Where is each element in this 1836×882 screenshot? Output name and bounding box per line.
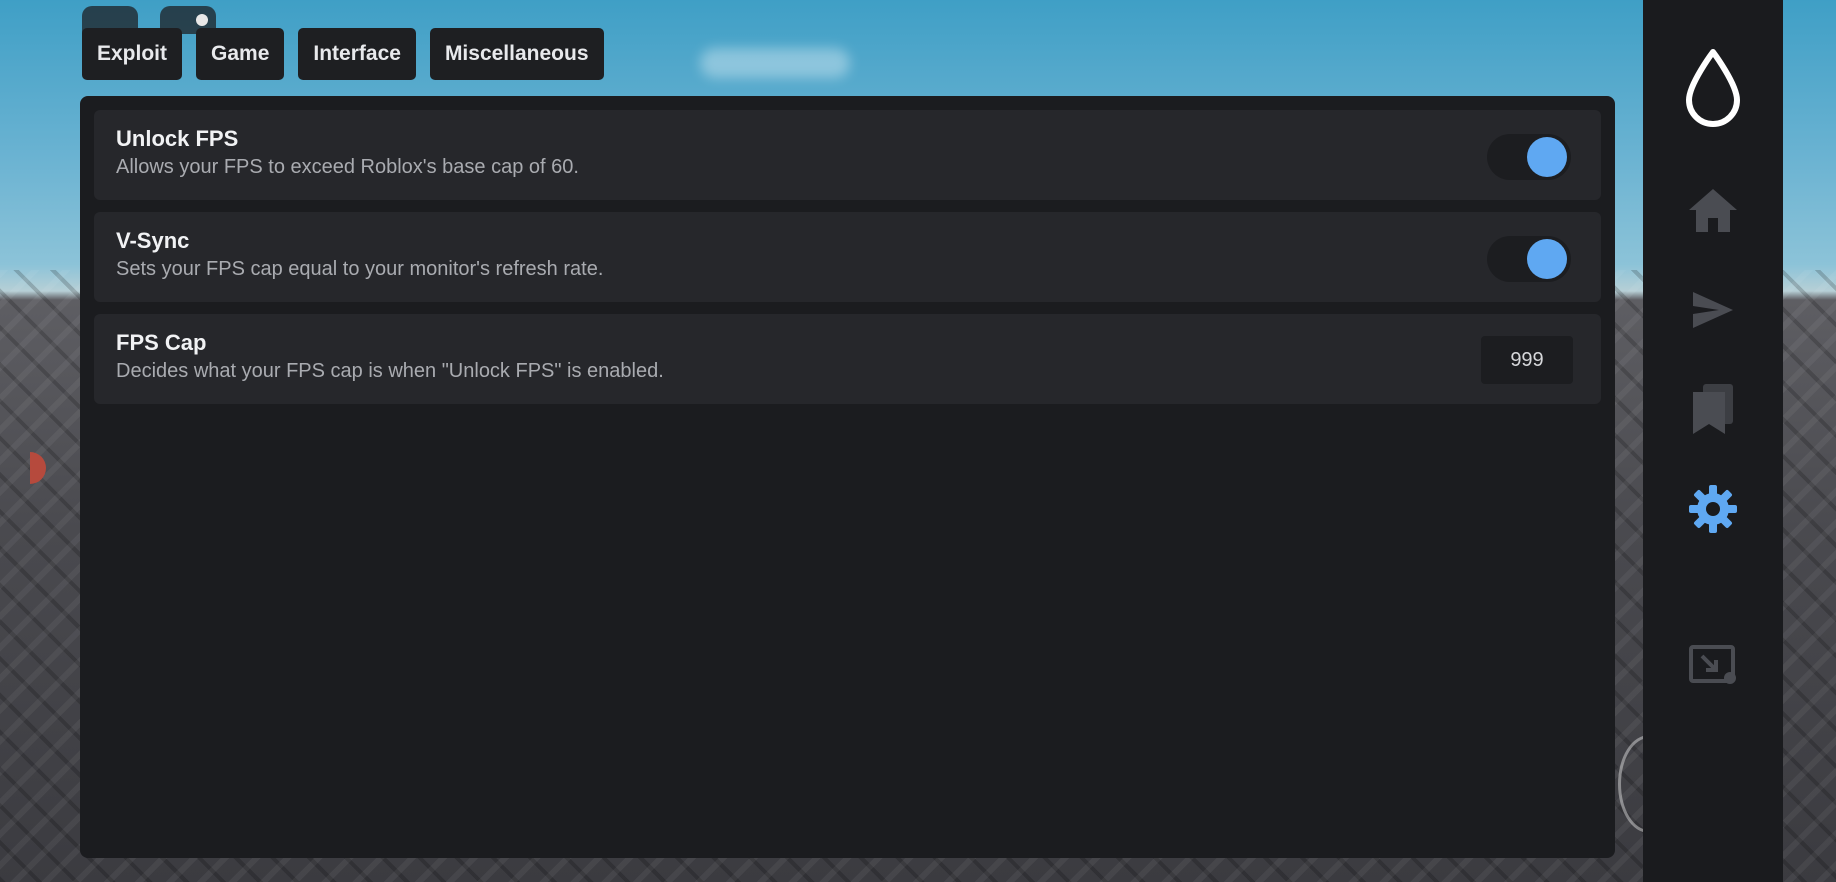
send-icon bbox=[1693, 292, 1733, 328]
sidebar-item-minimize[interactable] bbox=[1643, 644, 1783, 688]
setting-title: Unlock FPS bbox=[116, 126, 239, 151]
gear-icon bbox=[1689, 485, 1737, 533]
sidebar-item-logo[interactable] bbox=[1643, 46, 1783, 130]
tab-game[interactable]: Game bbox=[196, 28, 285, 80]
setting-description: Sets your FPS cap equal to your monitor'… bbox=[116, 258, 604, 280]
v-sync-toggle[interactable] bbox=[1487, 236, 1571, 282]
setting-fps-cap: FPS Cap Decides what your FPS cap is whe… bbox=[94, 314, 1601, 404]
tab-miscellaneous[interactable]: Miscellaneous bbox=[429, 28, 604, 80]
minimize-window-icon bbox=[1689, 645, 1736, 684]
drop-logo-icon bbox=[1686, 49, 1740, 127]
home-icon bbox=[1689, 189, 1737, 232]
sidebar-item-settings[interactable] bbox=[1643, 484, 1783, 534]
settings-panel: Unlock FPS Allows your FPS to exceed Rob… bbox=[80, 96, 1615, 858]
sidebar bbox=[1643, 0, 1783, 882]
setting-description: Allows your FPS to exceed Roblox's base … bbox=[116, 156, 579, 178]
toggle-knob bbox=[1527, 239, 1567, 279]
setting-v-sync: V-Sync Sets your FPS cap equal to your m… bbox=[94, 212, 1601, 302]
setting-title: FPS Cap bbox=[116, 330, 207, 355]
fps-cap-input[interactable] bbox=[1481, 336, 1573, 384]
game-viewport: Exploit Game Interface Miscellaneous Unl… bbox=[0, 0, 1836, 882]
toggle-knob bbox=[1527, 137, 1567, 177]
setting-description: Decides what your FPS cap is when "Unloc… bbox=[116, 360, 664, 382]
sidebar-item-send[interactable] bbox=[1643, 290, 1783, 330]
sidebar-item-bookmarks[interactable] bbox=[1643, 382, 1783, 436]
tab-exploit[interactable]: Exploit bbox=[82, 28, 183, 80]
bookmarks-icon bbox=[1693, 384, 1733, 434]
sidebar-item-home[interactable] bbox=[1643, 186, 1783, 234]
sky-cloud bbox=[700, 48, 850, 78]
tab-interface[interactable]: Interface bbox=[298, 28, 416, 80]
unlock-fps-toggle[interactable] bbox=[1487, 134, 1571, 180]
category-tabs: Exploit Game Interface Miscellaneous bbox=[82, 28, 604, 80]
setting-title: V-Sync bbox=[116, 228, 190, 253]
setting-unlock-fps: Unlock FPS Allows your FPS to exceed Rob… bbox=[94, 110, 1601, 200]
